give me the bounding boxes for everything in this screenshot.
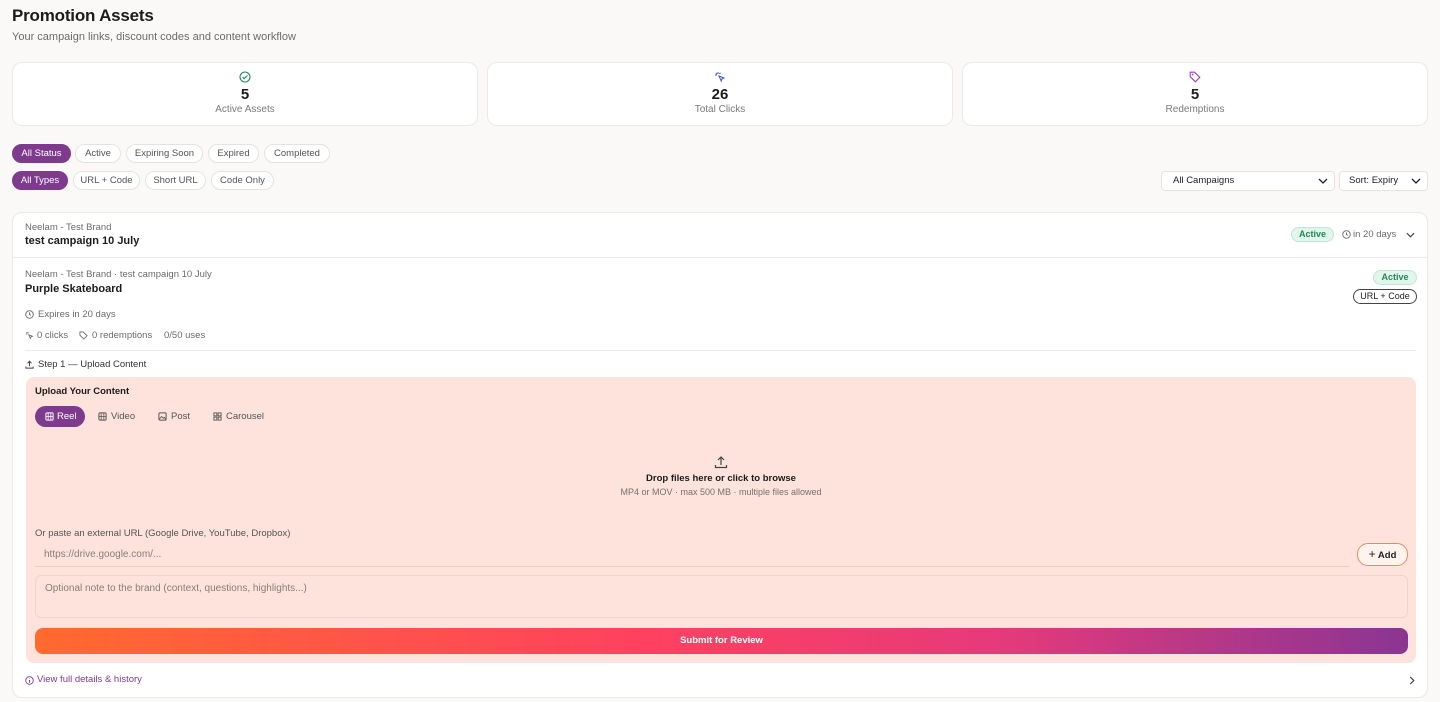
clock-icon (1342, 230, 1351, 239)
tab-label: Video (111, 411, 136, 422)
asset-expiry: Expires in 20 days (38, 309, 116, 320)
info-icon (25, 676, 34, 685)
chevron-down-icon (1318, 178, 1328, 184)
campaign-expiry: in 20 days (1353, 229, 1397, 240)
plus-icon: + (1368, 547, 1376, 561)
chevron-down-icon (1411, 178, 1421, 184)
asset-redemptions: 0 redemptions (92, 330, 153, 341)
tab-video[interactable]: Video (97, 406, 139, 427)
campaign-brand: Neelam - Test Brand (25, 222, 112, 233)
filter-type-all[interactable]: All Types (12, 171, 68, 190)
add-button-label: Add (1377, 550, 1397, 561)
chevron-down-icon[interactable] (1406, 232, 1415, 238)
file-dropzone[interactable]: Drop files here or click to browse MP4 o… (26, 447, 1416, 507)
url-label: Or paste an external URL (Google Drive, … (35, 528, 291, 539)
filter-type-code-only[interactable]: Code Only (211, 171, 274, 190)
filter-type-url-code[interactable]: URL + Code (73, 171, 140, 190)
filter-status-completed[interactable]: Completed (264, 144, 330, 163)
stat-card-total-clicks: 26 Total Clicks (487, 62, 953, 126)
stat-label: Active Assets (215, 104, 275, 115)
tab-label: Post (171, 411, 191, 422)
asset-status-badge: Active (1373, 270, 1417, 285)
click-icon (715, 72, 726, 83)
sort-select[interactable]: Sort: Expiry (1339, 171, 1428, 191)
add-url-button[interactable]: + Add (1357, 543, 1408, 566)
campaign-select-value: All Campaigns (1173, 175, 1235, 186)
asset-type-badge: URL + Code (1353, 289, 1417, 304)
filter-status-expired[interactable]: Expired (208, 144, 259, 163)
page-title: Promotion Assets (12, 6, 154, 25)
stat-value: 26 (711, 86, 729, 103)
tag-icon (79, 331, 88, 340)
asset-name: Purple Skateboard (25, 283, 123, 295)
dropzone-hint: MP4 or MOV · max 500 MB · multiple files… (620, 487, 822, 497)
asset-uses: 0/50 uses (164, 330, 206, 341)
submit-for-review-button[interactable]: Submit for Review (35, 628, 1408, 654)
upload-icon (25, 360, 34, 369)
divider (13, 257, 1427, 258)
stat-value: 5 (240, 86, 250, 103)
filter-status-expiring-soon[interactable]: Expiring Soon (126, 144, 203, 163)
tab-label: Reel (57, 411, 77, 422)
asset-clicks: 0 clicks (37, 330, 69, 341)
stat-value: 5 (1190, 86, 1200, 103)
sort-select-value: Sort: Expiry (1349, 175, 1399, 186)
clock-icon (25, 310, 34, 319)
tab-reel[interactable]: Reel (35, 406, 85, 427)
film-icon (98, 412, 107, 421)
click-icon (25, 331, 34, 340)
campaign-name: test campaign 10 July (25, 235, 140, 247)
stat-label: Redemptions (1165, 104, 1225, 115)
grid-icon (213, 412, 222, 421)
asset-breadcrumb: Neelam - Test Brand · test campaign 10 J… (25, 269, 212, 280)
filter-status-all[interactable]: All Status (12, 144, 71, 163)
image-icon (158, 412, 167, 421)
film-icon (45, 412, 54, 421)
page-subtitle: Your campaign links, discount codes and … (12, 31, 296, 43)
stat-card-redemptions: 5 Redemptions (962, 62, 1428, 126)
upload-panel: Upload Your Content Reel Video Post Caro… (26, 377, 1416, 663)
tab-carousel[interactable]: Carousel (212, 406, 268, 427)
view-details-label: View full details & history (37, 674, 142, 685)
campaign-select[interactable]: All Campaigns (1161, 171, 1335, 191)
filter-type-short-url[interactable]: Short URL (145, 171, 206, 190)
campaign-status-badge: Active (1291, 227, 1334, 242)
dropzone-title: Drop files here or click to browse (646, 473, 796, 484)
campaign-card: Neelam - Test Brand test campaign 10 Jul… (12, 212, 1428, 698)
external-url-input[interactable] (35, 543, 1350, 567)
check-circle-icon (239, 71, 251, 83)
step-label: Step 1 — Upload Content (38, 359, 147, 370)
divider (25, 350, 1416, 351)
upload-icon (714, 456, 728, 469)
brand-note-textarea[interactable] (35, 575, 1408, 618)
stat-label: Total Clicks (694, 104, 746, 115)
chevron-right-icon[interactable] (1409, 676, 1415, 685)
tag-icon (1189, 71, 1201, 83)
tab-label: Carousel (226, 411, 265, 422)
stat-card-active-assets: 5 Active Assets (12, 62, 478, 126)
tab-post[interactable]: Post (157, 406, 193, 427)
upload-title: Upload Your Content (35, 386, 130, 397)
filter-status-active[interactable]: Active (75, 144, 121, 163)
